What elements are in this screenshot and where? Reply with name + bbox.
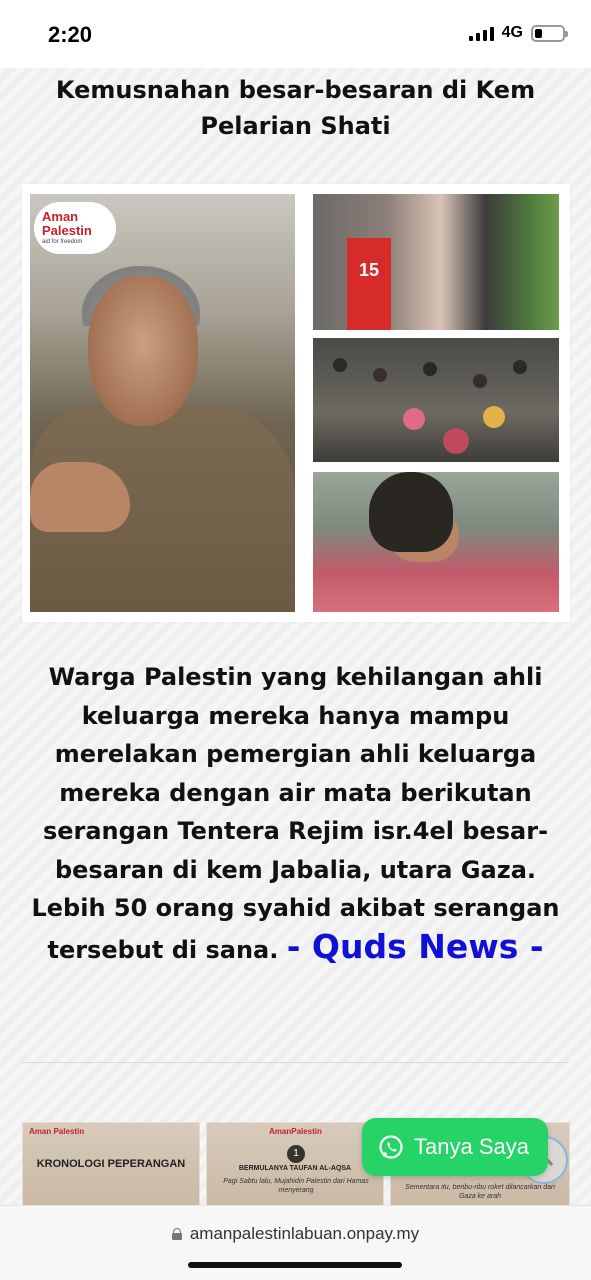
- article-headline: Kemusnahan besar-besaran di Kem Pelarian…: [55, 76, 536, 140]
- page-content: Kemusnahan besar-besaran di Kem Pelarian…: [0, 68, 591, 1205]
- jersey-number: 15: [347, 238, 391, 330]
- whatsapp-icon: [379, 1135, 403, 1159]
- thumbnail-logo: AmanPalestin: [269, 1127, 322, 1136]
- photo-top-right: 15: [313, 194, 559, 330]
- thumbnail-number: 1: [287, 1145, 305, 1163]
- status-indicators: 4G: [468, 24, 568, 42]
- address-field[interactable]: amanpalestinlabuan.onpay.my: [0, 1224, 591, 1244]
- main-photo: Aman Palestin aid for freedom: [30, 194, 295, 612]
- lock-icon: [171, 1228, 182, 1240]
- status-time: 2:20: [48, 22, 93, 47]
- network-type: 4G: [501, 24, 523, 41]
- source-credit: - Quds News -: [286, 926, 544, 966]
- thumbnail-text: Sementara itu, beribu-ribu roket dilanca…: [405, 1184, 555, 1200]
- thumbnail-heading: BERMULANYA TAUFAN AL-AQSA: [238, 1165, 352, 1172]
- status-bar: 2:20 4G: [0, 0, 591, 68]
- whatsapp-chat-button[interactable]: Tanya Saya: [362, 1118, 548, 1176]
- article-body-text: Warga Palestin yang kehilangan ahli kelu…: [31, 663, 560, 964]
- article-body: Warga Palestin yang kehilangan ahli kelu…: [24, 658, 567, 969]
- photo-middle-right: [313, 338, 559, 462]
- whatsapp-label: Tanya Saya: [414, 1134, 529, 1159]
- divider: [22, 1062, 569, 1063]
- signal-icon: [468, 25, 494, 41]
- thumbnail-taufan[interactable]: AmanPalestin 1 BERMULANYA TAUFAN AL-AQSA…: [206, 1122, 384, 1205]
- thumbnail-logo: Aman Palestin: [29, 1127, 85, 1136]
- battery-icon: [531, 24, 568, 42]
- browser-url-bar: amanpalestinlabuan.onpay.my: [0, 1205, 591, 1280]
- url-text: amanpalestinlabuan.onpay.my: [189, 1224, 420, 1243]
- aman-palestin-logo: Aman Palestin aid for freedom: [34, 202, 116, 254]
- photo-bottom-right: [313, 472, 559, 612]
- photo-collage[interactable]: Aman Palestin aid for freedom 15: [22, 184, 570, 622]
- home-indicator[interactable]: [188, 1262, 402, 1268]
- thumbnail-title: KRONOLOGI PEPERANGAN: [36, 1158, 186, 1170]
- thumbnail-kronologi[interactable]: Aman Palestin KRONOLOGI PEPERANGAN: [22, 1122, 200, 1205]
- thumbnail-text: Pagi Sabtu lalu, Mujahidin Palestin dari…: [223, 1178, 369, 1194]
